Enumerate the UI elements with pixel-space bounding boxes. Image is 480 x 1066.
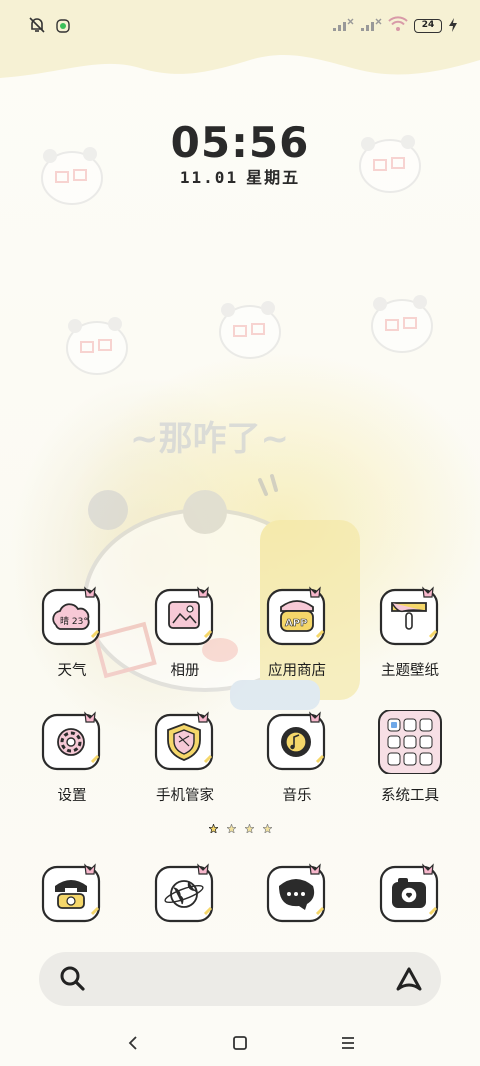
app-settings[interactable]: 设置 (27, 710, 117, 805)
signal-1-icon (332, 17, 354, 36)
clock-minutes: 56 (248, 118, 310, 167)
app-security[interactable]: 手机管家 (140, 710, 230, 805)
app-indicator-icon (56, 18, 70, 37)
app-label: 天气 (57, 663, 87, 679)
app-label: 系统工具 (381, 788, 439, 804)
app-label: 设置 (57, 788, 87, 804)
dock-camera[interactable] (365, 862, 455, 926)
charging-icon (448, 17, 458, 36)
page-indicator[interactable] (0, 824, 480, 833)
app-store-icon: APP (265, 585, 329, 649)
browser-icon (153, 862, 217, 926)
app-music[interactable]: 音乐 (252, 710, 342, 805)
weekday-text: 星期五 (246, 168, 301, 187)
app-label: 相册 (170, 663, 200, 679)
app-label: 主题壁纸 (381, 663, 439, 679)
page-dot[interactable] (244, 824, 254, 833)
app-label: 应用商店 (268, 663, 326, 679)
assistant-icon[interactable] (395, 966, 423, 996)
wifi-icon (388, 16, 408, 36)
panda-sticker-decoration (371, 295, 433, 353)
back-icon (128, 1036, 137, 1050)
camera-icon (378, 862, 442, 926)
back-button[interactable] (118, 1028, 148, 1058)
app-store-badge: APP (285, 618, 307, 629)
recents-button[interactable] (333, 1028, 363, 1058)
status-bar: 24 (0, 0, 480, 50)
panda-sticker-decoration (66, 317, 128, 375)
settings-icon (40, 710, 104, 774)
messages-icon (265, 862, 329, 926)
wallpaper-slogan: ~那咋了~ (130, 419, 289, 459)
navigation-bar (0, 1020, 480, 1066)
clock-colon: : (231, 118, 249, 167)
search-icon[interactable] (59, 965, 85, 995)
battery-icon: 24 (414, 19, 442, 33)
music-icon (265, 710, 329, 774)
app-gallery[interactable]: 相册 (140, 585, 230, 680)
gallery-icon (153, 585, 217, 649)
app-folder-system-tools[interactable]: 系统工具 (365, 709, 455, 805)
weather-icon: 晴 23° (40, 585, 104, 649)
app-themes[interactable]: 主题壁纸 (365, 585, 455, 680)
search-bar[interactable] (39, 952, 441, 1006)
dock-phone[interactable] (27, 862, 117, 926)
panda-sticker-decoration (41, 147, 103, 205)
home-button[interactable] (225, 1028, 255, 1058)
clock-hours: 05 (170, 118, 232, 167)
phone-icon (40, 862, 104, 926)
menu-icon (342, 1037, 354, 1049)
app-app-store[interactable]: APP 应用商店 (252, 585, 342, 680)
panda-wallpaper-illustration: ~那咋了~ (83, 419, 360, 710)
panda-sticker-decoration (359, 135, 421, 193)
home-icon (233, 1036, 247, 1050)
weather-badge: 晴 23° (60, 615, 88, 627)
app-weather[interactable]: 晴 23° 天气 (27, 585, 117, 680)
themes-icon (378, 585, 442, 649)
bell-muted-icon (28, 16, 46, 38)
page-dot[interactable] (226, 824, 236, 833)
dock-messages[interactable] (252, 862, 342, 926)
dock-browser[interactable] (140, 862, 230, 926)
folder-icon (378, 709, 442, 775)
page-dot[interactable] (262, 824, 272, 833)
app-label: 手机管家 (156, 788, 214, 804)
signal-2-icon (360, 17, 382, 36)
panda-sticker-decoration (219, 301, 281, 359)
page-dot-active[interactable] (208, 824, 218, 833)
date-text: 11.01 (179, 168, 239, 187)
security-icon (153, 710, 217, 774)
app-label: 音乐 (282, 788, 312, 804)
